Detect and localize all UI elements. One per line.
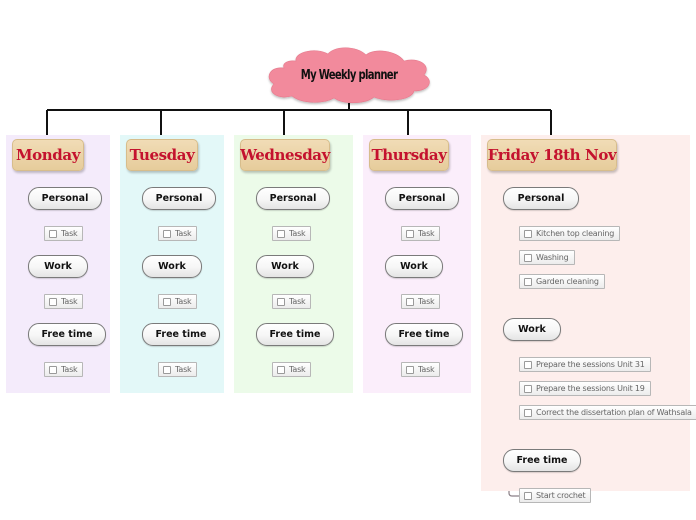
category-topic-personal[interactable]: Personal (503, 187, 579, 210)
checkbox-icon[interactable] (524, 408, 532, 417)
task-item[interactable]: Task (44, 362, 84, 377)
category-topic-work[interactable]: Work (142, 255, 202, 278)
checkbox-icon[interactable] (49, 365, 57, 374)
checkbox-icon[interactable] (524, 229, 532, 238)
day-topic[interactable]: Friday 18th Nov (487, 139, 617, 171)
task-label: Task (175, 297, 192, 306)
checkbox-icon[interactable] (524, 384, 532, 393)
task-label: Task (418, 365, 435, 374)
task-item[interactable]: Task (158, 226, 198, 241)
task-label: Garden cleaning (536, 277, 599, 286)
checkbox-icon[interactable] (49, 229, 57, 238)
category-topic-personal[interactable]: Personal (256, 187, 330, 210)
checkbox-icon[interactable] (524, 253, 532, 262)
task-item[interactable]: Task (272, 362, 312, 377)
task-item[interactable]: Prepare the sessions Unit 31 (519, 357, 651, 372)
category-topic-work[interactable]: Work (385, 255, 443, 278)
task-item[interactable]: Prepare the sessions Unit 19 (519, 381, 651, 396)
day-topic[interactable]: Monday (12, 139, 84, 171)
task-label: Washing (536, 253, 569, 262)
checkbox-icon[interactable] (524, 491, 532, 500)
category-topic-personal[interactable]: Personal (142, 187, 216, 210)
task-label: Task (175, 365, 192, 374)
category-topic-free-time[interactable]: Free time (142, 323, 220, 346)
task-item[interactable]: Task (272, 226, 312, 241)
task-label: Task (61, 229, 78, 238)
category-topic-free-time[interactable]: Free time (28, 323, 106, 346)
task-label: Prepare the sessions Unit 19 (536, 384, 645, 393)
category-topic-work[interactable]: Work (503, 318, 561, 341)
category-topic-free-time[interactable]: Free time (503, 449, 581, 472)
checkbox-icon[interactable] (277, 297, 285, 306)
day-topic[interactable]: Thursday (369, 139, 449, 171)
task-item[interactable]: Task (272, 294, 312, 309)
day-topic[interactable]: Wednesday (240, 139, 330, 171)
task-item[interactable]: Correct the dissertation plan of Wathsal… (519, 405, 696, 420)
task-label: Start crochet (536, 491, 586, 500)
checkbox-icon[interactable] (49, 297, 57, 306)
checkbox-icon[interactable] (163, 365, 171, 374)
category-topic-personal[interactable]: Personal (28, 187, 102, 210)
task-item[interactable]: Kitchen top cleaning (519, 226, 621, 241)
task-item[interactable]: Task (401, 226, 441, 241)
task-item[interactable]: Garden cleaning (519, 274, 605, 289)
checkbox-icon[interactable] (524, 277, 532, 286)
task-label: Task (289, 229, 306, 238)
category-topic-personal[interactable]: Personal (385, 187, 459, 210)
day-topic[interactable]: Tuesday (126, 139, 198, 171)
category-topic-work[interactable]: Work (256, 255, 314, 278)
task-label: Task (61, 297, 78, 306)
task-item[interactable]: Task (158, 362, 198, 377)
task-label: Task (175, 229, 192, 238)
task-label: Prepare the sessions Unit 31 (536, 360, 645, 369)
checkbox-icon[interactable] (163, 297, 171, 306)
root-topic[interactable]: My Weekly planner (262, 44, 436, 106)
task-label: Task (418, 229, 435, 238)
checkbox-icon[interactable] (163, 229, 171, 238)
category-topic-free-time[interactable]: Free time (256, 323, 334, 346)
task-item[interactable]: Task (401, 362, 441, 377)
task-label: Task (418, 297, 435, 306)
task-item[interactable]: Washing (519, 250, 575, 265)
checkbox-icon[interactable] (406, 297, 414, 306)
checkbox-icon[interactable] (406, 229, 414, 238)
checkbox-icon[interactable] (406, 365, 414, 374)
task-label: Task (289, 297, 306, 306)
checkbox-icon[interactable] (524, 360, 532, 369)
checkbox-icon[interactable] (277, 229, 285, 238)
task-item[interactable]: Task (401, 294, 441, 309)
task-label: Correct the dissertation plan of Wathsal… (536, 408, 692, 417)
checkbox-icon[interactable] (277, 365, 285, 374)
task-item[interactable]: Task (158, 294, 198, 309)
task-label: Kitchen top cleaning (536, 229, 615, 238)
root-topic-label: My Weekly planner (300, 67, 398, 83)
task-item[interactable]: Task (44, 294, 84, 309)
task-item[interactable]: Start crochet (519, 488, 592, 503)
task-label: Task (61, 365, 78, 374)
category-topic-work[interactable]: Work (28, 255, 88, 278)
category-topic-free-time[interactable]: Free time (385, 323, 463, 346)
task-item[interactable]: Task (44, 226, 84, 241)
task-label: Task (289, 365, 306, 374)
